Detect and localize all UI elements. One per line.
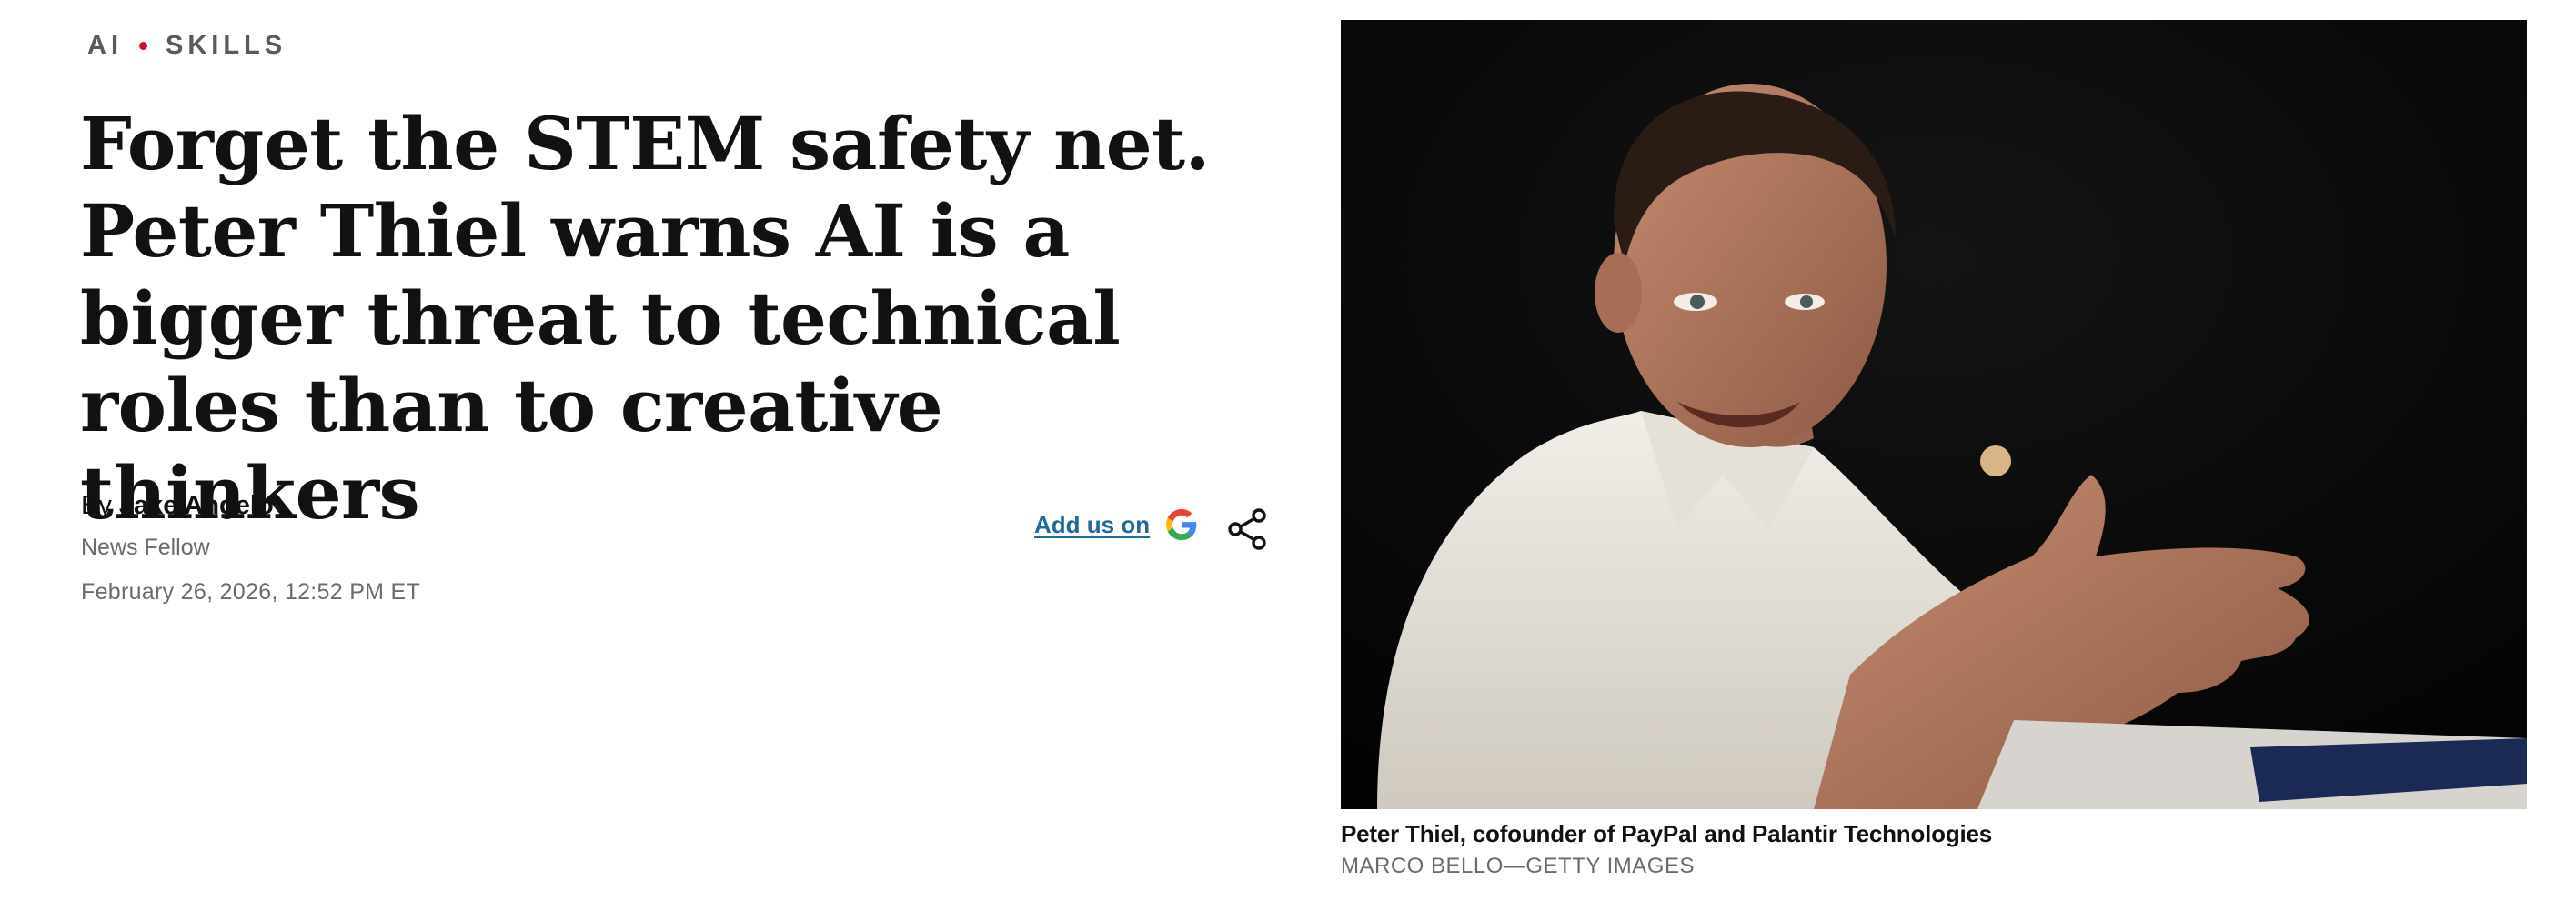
topic-separator-dot — [139, 41, 147, 50]
byline-prefix: By — [81, 491, 112, 520]
author-role: News Fellow — [81, 535, 210, 560]
topic-link-ai[interactable]: AI — [87, 31, 123, 61]
add-us-on-google-button[interactable]: Add us on — [1034, 509, 1197, 540]
byline: By Jake Angelo — [81, 491, 274, 521]
publish-date: February 26, 2026, 12:52 PM ET — [81, 579, 421, 605]
article-photo — [1341, 20, 2527, 809]
article-header: AI SKILLS Forget the STEM safety net. Pe… — [0, 0, 1328, 911]
topic-breadcrumb: AI SKILLS — [87, 27, 287, 64]
article-headline: Forget the STEM safety net. Peter Thiel … — [80, 101, 1210, 536]
author-link[interactable]: Jake Angelo — [119, 491, 274, 520]
photo-credit: MARCO BELLO—GETTY IMAGES — [1341, 854, 1695, 878]
google-icon — [1166, 509, 1197, 540]
portrait-photo — [1341, 20, 2527, 809]
add-us-label: Add us on — [1034, 510, 1151, 538]
share-icon[interactable] — [1226, 507, 1268, 551]
photo-caption: Peter Thiel, cofounder of PayPal and Pal… — [1341, 820, 1993, 847]
topic-link-skills[interactable]: SKILLS — [166, 31, 287, 61]
